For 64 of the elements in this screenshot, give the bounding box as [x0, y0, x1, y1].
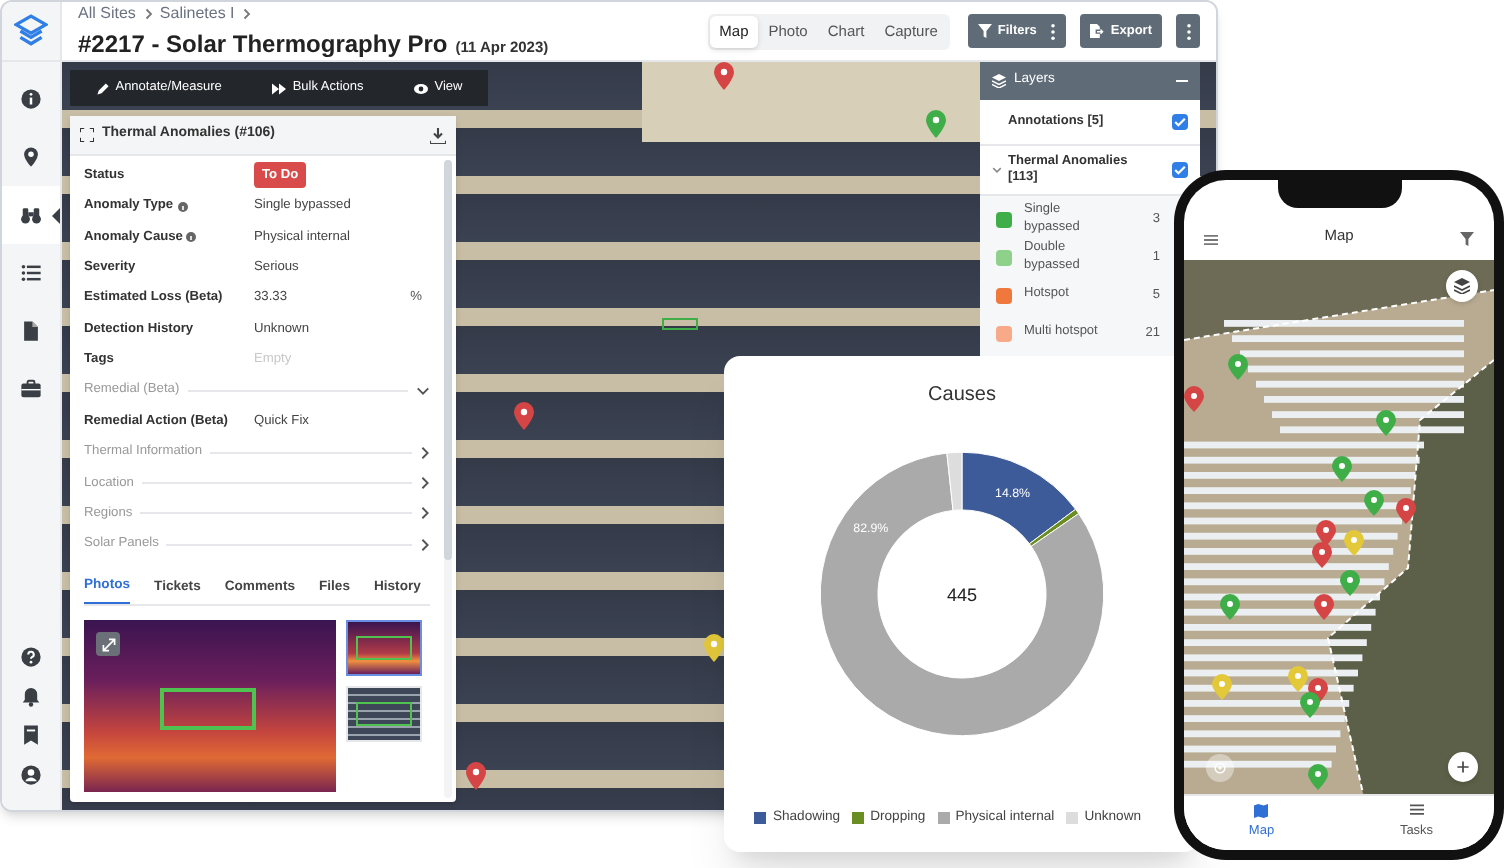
chart-total: 445 [946, 584, 978, 605]
eye-icon [414, 81, 429, 95]
checkbox[interactable] [1172, 114, 1188, 130]
info-icon [186, 231, 197, 242]
photo-thumbnail[interactable] [346, 620, 422, 677]
page-title: #2217 - Solar Thermography Pro [78, 27, 448, 61]
filter-button[interactable] [1460, 232, 1474, 246]
crosshair-icon [1212, 760, 1228, 776]
layers-icon [1454, 278, 1470, 294]
chevron-down-icon [992, 166, 1002, 174]
info-icon [177, 201, 188, 212]
fast-forward-icon [272, 81, 287, 95]
more-button[interactable] [1176, 14, 1200, 48]
book-icon [20, 724, 42, 747]
chart-title: Causes [928, 382, 996, 410]
briefcase-icon [20, 378, 42, 400]
map-pin-icon [514, 402, 534, 430]
bell-icon [20, 685, 42, 708]
section-toggle[interactable] [420, 445, 430, 460]
chevron-down-icon [416, 385, 430, 396]
layers-icon [992, 74, 1006, 88]
kebab-icon [1050, 23, 1057, 39]
checkbox[interactable] [1172, 162, 1188, 178]
export-icon [1090, 24, 1105, 38]
annotation-box [160, 688, 256, 731]
breadcrumb-link[interactable]: All Sites [78, 2, 136, 25]
chevron-right-icon [420, 537, 430, 552]
fullscreen-button[interactable] [96, 632, 120, 657]
filter-icon [1460, 232, 1474, 246]
pencil-icon [95, 81, 110, 95]
section-toggle[interactable] [420, 506, 430, 521]
help-icon [20, 646, 42, 669]
chevron-right-icon [141, 5, 154, 21]
user-icon [20, 763, 42, 786]
plus-icon [1456, 760, 1470, 774]
info-icon [20, 88, 42, 110]
section-toggle[interactable] [420, 476, 430, 491]
menu-icon [1204, 234, 1218, 246]
expand-icon [101, 637, 115, 652]
collapse-button[interactable] [1176, 75, 1188, 87]
menu-button[interactable] [1204, 234, 1218, 246]
filter-icon [977, 24, 992, 38]
anomaly-marker [662, 318, 698, 330]
expand-toggle[interactable] [992, 166, 1002, 174]
breadcrumb-link[interactable]: Salinetes I [159, 2, 235, 25]
sidebar-button[interactable] [2, 186, 60, 244]
logo-icon [14, 14, 48, 48]
map-icon [1254, 804, 1269, 819]
list-icon [1409, 804, 1424, 819]
map-pin-icon [926, 110, 946, 138]
document-icon [20, 320, 42, 342]
section-toggle[interactable] [416, 385, 430, 396]
chevron-right-icon [240, 5, 253, 21]
phone-notch [1277, 180, 1401, 208]
kebab-icon [1185, 23, 1191, 39]
section-toggle[interactable] [420, 537, 430, 552]
download-button[interactable] [430, 127, 446, 143]
map-pin-icon [466, 762, 486, 790]
binoculars-icon [20, 204, 42, 226]
expand-icon [80, 128, 94, 142]
list-icon [20, 262, 42, 284]
download-icon [430, 127, 446, 143]
chevron-right-icon [420, 445, 430, 460]
map-pin-icon [20, 146, 42, 168]
